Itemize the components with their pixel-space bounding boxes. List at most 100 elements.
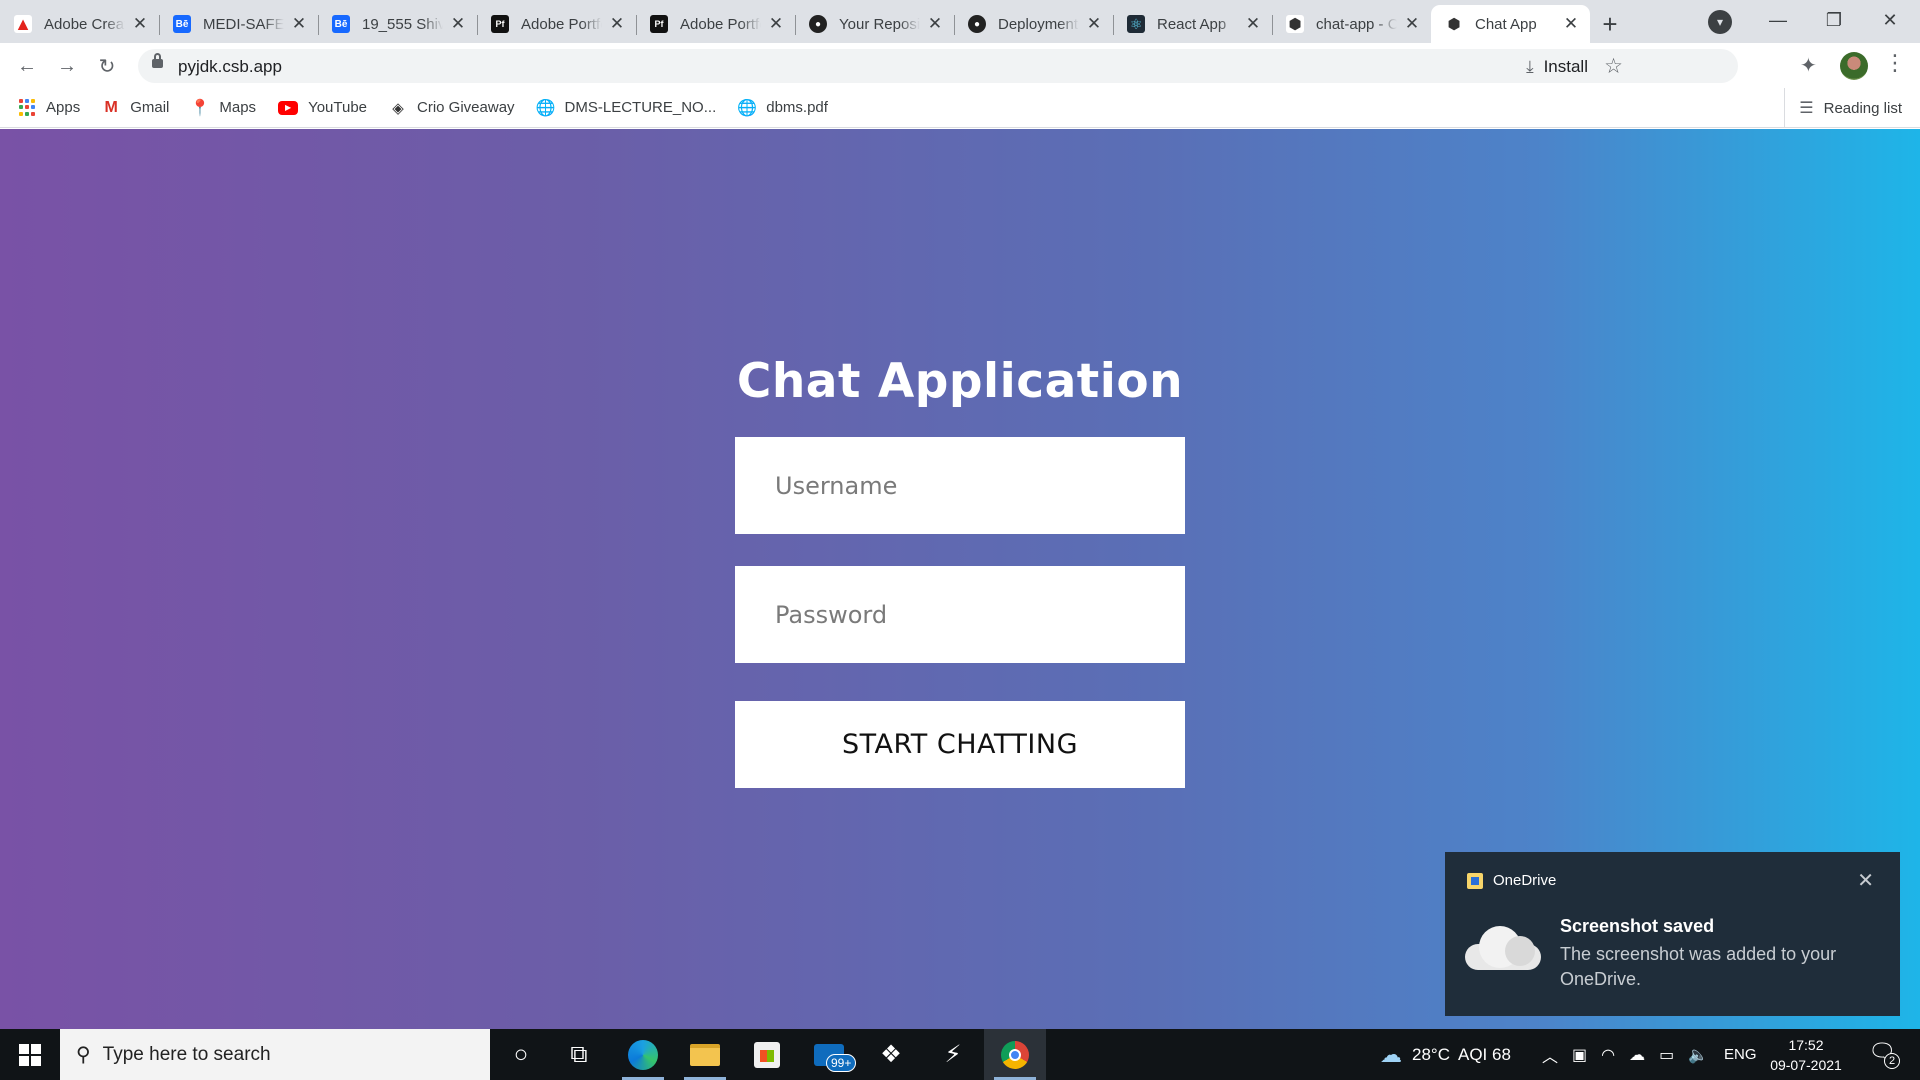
cortana-icon[interactable]: ○ [490,1029,552,1080]
battery-icon[interactable]: ▭ [1659,1045,1674,1065]
close-icon[interactable]: ✕ [1562,14,1580,34]
close-icon[interactable]: ✕ [608,14,626,34]
task-view-icon[interactable]: ⧉ [548,1029,610,1080]
weather-widget[interactable]: ☁ 28°C AQI 68 [1380,1029,1511,1080]
app-icon[interactable]: ⚡ [922,1029,984,1080]
password-input[interactable] [735,566,1185,663]
language-indicator[interactable]: ENG [1724,1029,1757,1080]
volume-icon[interactable]: 🔈 [1688,1045,1708,1065]
edge-icon[interactable] [612,1029,674,1080]
tab-adobe-portfolio-1[interactable]: Pf Adobe Portfolio ✕ [477,5,636,43]
bookmark-star-icon[interactable]: ☆ [1604,54,1623,79]
kebab-menu-icon[interactable]: ⋮ [1884,50,1906,76]
bookmark-crio-giveaway[interactable]: ◈ Crio Giveaway [389,99,514,117]
close-icon[interactable]: ✕ [290,14,308,34]
tab-search-icon[interactable]: ▾ [1708,10,1732,34]
dropbox-icon[interactable]: ❖ [860,1029,922,1080]
clock[interactable]: 17:52 09-07-2021 [1762,1035,1850,1075]
chrome-icon[interactable] [984,1029,1046,1080]
bookmark-label: YouTube [308,99,368,116]
bookmark-maps[interactable]: 📍 Maps [190,99,257,117]
adobe-portfolio-icon: Pf [491,15,509,33]
tab-title: chat-app - CodeSandbox [1316,15,1397,33]
meet-now-icon[interactable]: ▣ [1572,1045,1587,1065]
tab-title: React App [1157,15,1227,33]
new-tab-button[interactable]: + [1590,5,1630,43]
tab-your-repositories[interactable]: ● Your Repositories ✕ [795,5,954,43]
tab-title: Chat App [1475,15,1537,33]
bookmark-label: Maps [219,99,257,116]
username-input[interactable] [735,437,1185,534]
tab-deployments[interactable]: ● Deployments ✕ [954,5,1113,43]
search-icon: ⚲ [76,1044,91,1066]
close-icon[interactable]: ✕ [767,14,785,34]
profile-avatar[interactable] [1840,52,1868,80]
maps-icon: 📍 [190,99,211,117]
weather-aqi: AQI 68 [1457,1044,1511,1064]
lock-icon[interactable] [152,53,163,68]
reading-list-button[interactable]: ☰ Reading list [1784,88,1902,128]
close-icon[interactable]: ✕ [131,14,149,34]
close-icon[interactable]: ✕ [449,14,467,34]
bookmark-youtube[interactable]: ▶ YouTube [278,99,367,116]
close-icon[interactable]: ✕ [1403,14,1421,34]
onedrive-icon [1467,872,1483,889]
clock-time: 17:52 [1788,1037,1824,1053]
close-icon[interactable]: ✕ [926,14,944,34]
minimize-icon[interactable]: — [1750,0,1806,40]
tab-title: Adobe Portfolio [521,15,602,33]
bookmark-apps[interactable]: Apps [18,98,81,117]
tab-chat-app[interactable]: ⬢ Chat App ✕ [1431,5,1590,43]
clock-date: 09-07-2021 [1770,1057,1842,1073]
forward-icon[interactable]: → [52,51,82,81]
globe-icon: 🌐 [737,99,758,117]
close-icon[interactable]: ✕ [1857,868,1874,893]
reload-icon[interactable]: ↻ [92,51,122,81]
taskbar-search-box[interactable]: ⚲ Type here to search [60,1029,490,1080]
window-close-icon[interactable]: ✕ [1862,0,1918,40]
tab-title: 19_555 Shivam [362,15,443,33]
install-label: Install [1543,57,1588,76]
notification-center-icon[interactable]: 🗨 2 [1868,1039,1900,1071]
tab-react-app[interactable]: ⚛ React App ✕ [1113,5,1272,43]
bookmark-gmail[interactable]: M Gmail [102,99,170,117]
adobe-icon: ▲ [14,13,32,34]
tab-title: Deployments [998,15,1079,33]
address-bar[interactable]: pyjdk.csb.app ⤓ Install ☆ [138,49,1738,83]
file-explorer-icon[interactable] [674,1029,736,1080]
close-icon[interactable]: ✕ [1085,14,1103,34]
extensions-puzzle-icon[interactable]: ✦ [1800,53,1817,78]
bookmarks-bar: Apps M Gmail 📍 Maps ▶ YouTube ◈ Crio Giv… [0,88,1920,128]
crio-icon: ◈ [392,99,404,117]
bookmark-dbms-pdf[interactable]: 🌐 dbms.pdf [737,99,828,117]
bookmark-dms-lecture[interactable]: 🌐 DMS-LECTURE_NO... [536,99,717,117]
close-icon[interactable]: ✕ [1244,14,1262,34]
notification-count: 2 [1884,1053,1900,1069]
mail-badge: 99+ [826,1053,857,1072]
system-tray: ︿ ▣ ◠ ☁ ▭ 🔈 [1542,1029,1708,1080]
back-icon[interactable]: ← [12,51,42,81]
tab-title: MEDI-SAFE [203,15,284,33]
restore-icon[interactable]: ❐ [1806,0,1862,40]
mail-icon[interactable]: 99+ [798,1029,860,1080]
bookmark-label: Apps [46,99,81,116]
start-chatting-button[interactable]: START CHATTING [735,701,1185,788]
bookmark-label: DMS-LECTURE_NO... [564,99,717,116]
onedrive-tray-icon[interactable]: ☁ [1629,1045,1645,1065]
tab-19-555-shivam[interactable]: Bē 19_555 Shivam ✕ [318,5,477,43]
toast-app-name: OneDrive [1493,872,1557,889]
tab-title: Adobe Portfolio [680,15,761,33]
url-text[interactable]: pyjdk.csb.app [178,57,282,77]
reading-list-label: Reading list [1823,99,1902,117]
windows-start-icon[interactable] [0,1029,60,1080]
toast-title: Screenshot saved [1560,916,1715,936]
install-button[interactable]: ⤓ Install [1526,57,1588,77]
store-icon[interactable] [736,1029,798,1080]
wifi-icon[interactable]: ◠ [1601,1045,1615,1065]
tab-chat-app-codesandbox[interactable]: ⬢ chat-app - CodeSandbox ✕ [1272,5,1431,43]
show-hidden-icons-chevron-icon[interactable]: ︿ [1542,1043,1558,1067]
onedrive-notification[interactable]: OneDrive ✕ Screenshot saved The screensh… [1445,852,1900,1016]
tab-adobe-creative-cloud[interactable]: ▲ Adobe Creative Cloud ✕ [0,5,159,43]
tab-adobe-portfolio-2[interactable]: Pf Adobe Portfolio ✕ [636,5,795,43]
tab-medi-safe[interactable]: Bē MEDI-SAFE ✕ [159,5,318,43]
